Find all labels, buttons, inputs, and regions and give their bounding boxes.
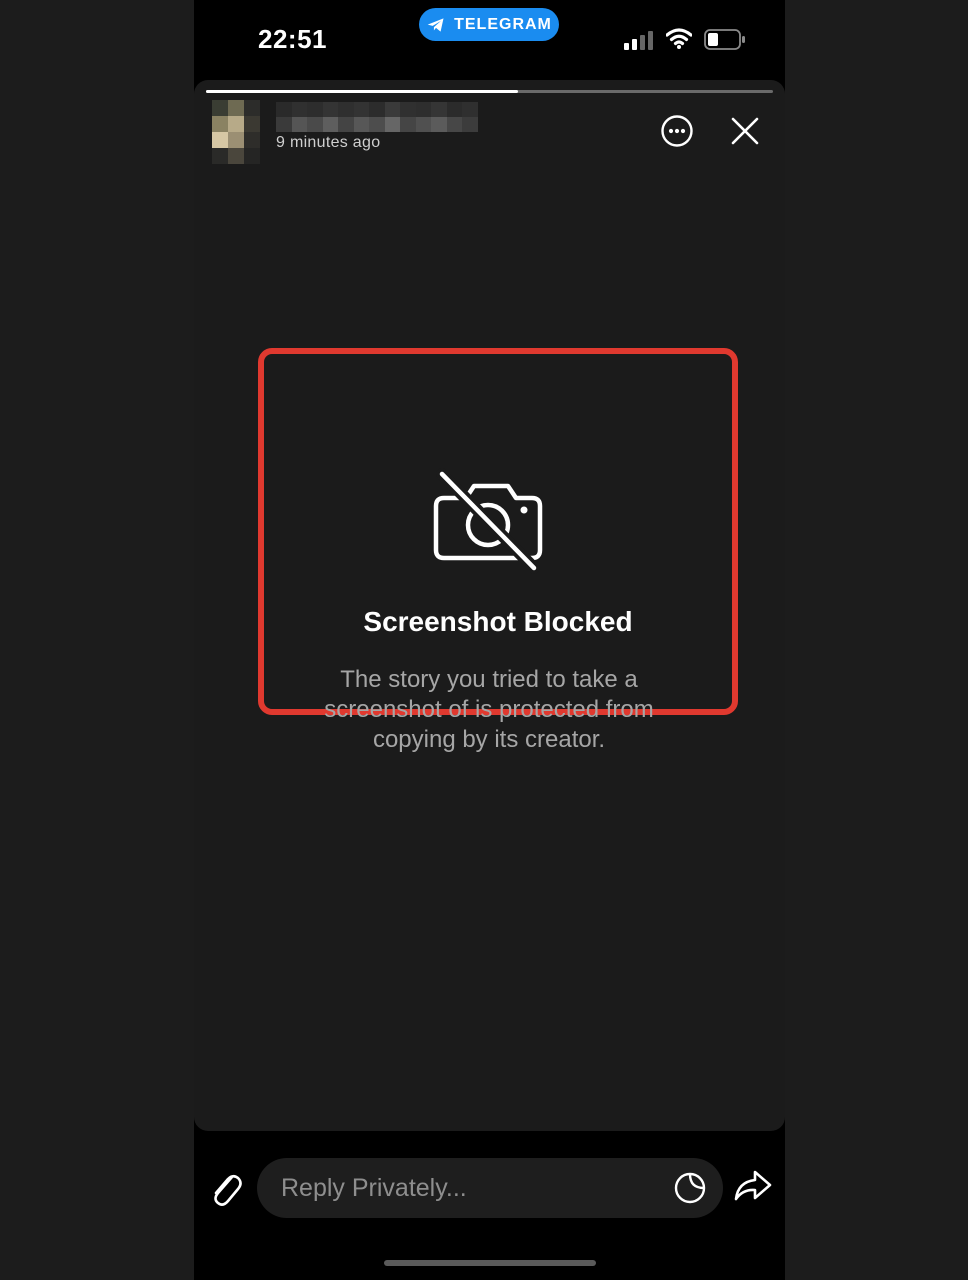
telegram-pill-label: TELEGRAM — [454, 15, 552, 33]
share-arrow-icon[interactable] — [733, 1168, 773, 1204]
wifi-icon — [666, 28, 692, 49]
avatar[interactable] — [212, 100, 260, 164]
notice-title: Screenshot Blocked — [363, 606, 633, 637]
story-time-ago: 9 minutes ago — [276, 134, 381, 151]
reply-input[interactable] — [281, 1158, 641, 1218]
story-progress-track — [206, 90, 773, 93]
username-blurred — [276, 102, 478, 132]
reply-field[interactable] — [257, 1158, 723, 1218]
close-icon[interactable] — [730, 116, 760, 146]
battery-icon — [704, 29, 745, 50]
telegram-pill[interactable]: TELEGRAM — [419, 8, 559, 41]
notice-body: The story you tried to take a screenshot… — [324, 666, 654, 753]
telegram-plane-icon — [427, 17, 444, 32]
home-indicator[interactable] — [384, 1260, 596, 1266]
story-progress-fill — [206, 90, 518, 93]
paperclip-icon[interactable] — [208, 1168, 242, 1208]
cellular-signal-icon — [624, 31, 653, 50]
camera-slash-icon — [433, 468, 543, 574]
sticker-icon[interactable] — [673, 1171, 707, 1205]
phone-screen: 22:51 TELEGRAM 9 minutes ago Screenshot … — [194, 0, 785, 1280]
ellipsis-circle-icon[interactable] — [660, 114, 694, 148]
status-time: 22:51 — [258, 24, 327, 54]
